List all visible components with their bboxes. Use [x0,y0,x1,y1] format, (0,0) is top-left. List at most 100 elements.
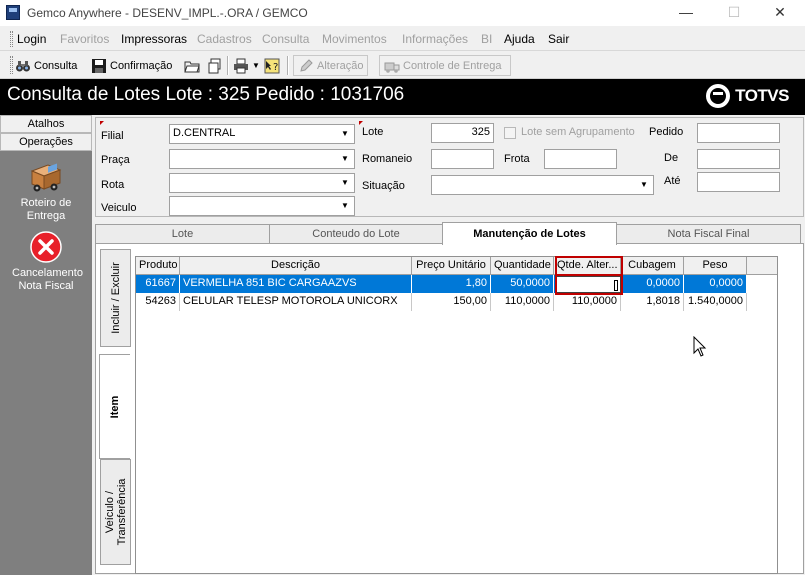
cancelamento-nota-item[interactable]: Cancelamento Nota Fiscal [0,231,92,293]
consulta-button[interactable]: Consulta [15,55,77,76]
tab-nota-fiscal-final[interactable]: Nota Fiscal Final [616,224,801,244]
cell-peso[interactable]: 1.540,0000 [684,293,747,311]
edit-icon [298,58,314,74]
chevron-down-icon[interactable]: ▼ [338,199,352,213]
cell-descricao[interactable]: CELULAR TELESP MOTOROLA UNICORX [180,293,412,311]
cell-quantidade[interactable]: 50,0000 [491,275,554,293]
chevron-down-icon[interactable]: ▼ [338,176,352,190]
filial-select[interactable]: D.CENTRAL ▼ [169,124,355,144]
lote-label: Lote [362,126,384,138]
column-header-peso[interactable]: Peso [684,257,747,275]
side-tab-incluir-excluir[interactable]: Incluir / Excluir [100,249,131,347]
page-header: Consulta de Lotes Lote : 325 Pedido : 10… [0,79,805,115]
confirmacao-button[interactable]: Confirmação [91,55,172,76]
title-bar: Gemco Anywhere - DESENV_IMPL.-.ORA / GEM… [0,0,805,26]
controle-entrega-button[interactable]: Controle de Entrega [379,55,511,76]
cell-preco-unitario[interactable]: 150,00 [412,293,491,311]
lote-sem-agrupamento-checkbox[interactable] [504,127,516,139]
menu-bar: Login Favoritos Impressoras Cadastros Co… [0,27,805,51]
column-header-preco-unitario[interactable]: Preço Unitário [412,257,491,275]
mouse-cursor-icon [693,335,707,361]
menu-login[interactable]: Login [17,32,46,46]
menu-bi[interactable]: BI [481,32,492,46]
toolbar-grip [10,56,13,74]
situacao-select[interactable]: ▼ [431,175,654,195]
chevron-down-icon[interactable]: ▼ [637,178,651,192]
totvs-logo-icon [706,84,731,108]
controle-entrega-label: Controle de Entrega [403,59,502,72]
frota-input[interactable] [544,149,617,169]
tab-manutencao-de-lotes[interactable]: Manutenção de Lotes [442,222,617,245]
tab-conteudo-do-lote[interactable]: Conteudo do Lote [269,224,443,244]
side-tab-veiculo-transferencia[interactable]: Veículo / Transferência [100,459,131,565]
de-label: De [664,152,679,164]
cell-peso[interactable]: 0,0000 [684,275,747,293]
totvs-logo: TOTVS [706,84,789,108]
column-header-quantidade[interactable]: Quantidade [491,257,554,275]
help-button[interactable]: ? [264,55,283,76]
maximize-button[interactable]: ☐ [711,1,757,25]
pedido-input[interactable] [697,123,780,143]
menu-consulta[interactable]: Consulta [262,32,309,46]
praca-select[interactable]: ▼ [169,149,355,169]
menu-sair[interactable]: Sair [548,32,569,46]
atalhos-header[interactable]: Atalhos [0,115,92,133]
chevron-down-icon[interactable]: ▼ [338,127,352,141]
cell-preco-unitario[interactable]: 1,80 [412,275,491,293]
alteracao-button[interactable]: Alteração [293,55,369,76]
rota-select[interactable]: ▼ [169,173,355,193]
print-dropdown-icon[interactable]: ▼ [252,61,260,70]
column-header-cubagem[interactable]: Cubagem [621,257,684,275]
menu-cadastros[interactable]: Cadastros [197,32,252,46]
open-folder-button[interactable] [184,55,203,76]
main-tabs: Lote Conteudo do Lote Manutenção de Lote… [95,222,804,245]
de-date-input[interactable] [697,149,780,169]
filial-label: Filial [101,130,124,142]
side-tab-item[interactable]: Item [99,354,130,459]
menu-impressoras[interactable]: Impressoras [121,32,187,46]
save-icon [91,58,107,74]
cell-descricao[interactable]: VERMELHA 851 BIC CARGAAZVS [180,275,412,293]
minimize-button[interactable]: — [663,1,709,25]
cell-produto[interactable]: 54263 [136,293,180,311]
qtde-alterada-edit-input[interactable] [556,276,621,293]
chevron-down-icon[interactable]: ▼ [338,152,352,166]
copy-button[interactable] [207,55,226,76]
operacoes-header[interactable]: Operações [0,133,92,151]
items-grid: Produto Descrição Preço Unitário Quantid… [135,256,778,574]
consulta-label: Consulta [34,59,78,72]
veiculo-label: Veiculo [101,202,137,214]
romaneio-input[interactable] [431,149,494,169]
cancelamento-nota-label: Cancelamento Nota Fiscal [12,267,83,292]
cell-cubagem[interactable]: 1,8018 [621,293,684,311]
menu-ajuda[interactable]: Ajuda [504,32,535,46]
print-button[interactable]: ▼ [233,55,260,76]
menu-informacoes[interactable]: Informações [402,32,468,46]
romaneio-label: Romaneio [362,153,413,165]
roteiro-entrega-item[interactable]: Roteiro de Entrega [0,161,92,223]
window-title: Gemco Anywhere - DESENV_IMPL.-.ORA / GEM… [27,6,308,20]
praca-label: Praça [101,154,130,166]
tab-lote[interactable]: Lote [95,224,270,244]
lote-input[interactable]: 325 [431,123,494,143]
menu-favoritos[interactable]: Favoritos [60,32,109,46]
copy-icon [207,58,223,74]
ate-date-input[interactable] [697,172,780,192]
column-header-qtde-alterada[interactable]: Qtde. Alter... [554,257,621,275]
close-button[interactable]: ✕ [757,1,803,25]
rota-label: Rota [101,179,125,191]
menu-movimentos[interactable]: Movimentos [322,32,387,46]
cell-cubagem[interactable]: 0,0000 [621,275,684,293]
cell-quantidade[interactable]: 110,0000 [491,293,554,311]
ate-label: Até [664,175,681,187]
cell-produto[interactable]: 61667 [136,275,180,293]
tab-content-panel: Incluir / Excluir Item Veículo / Transfe… [95,243,804,574]
veiculo-select[interactable]: ▼ [169,196,355,216]
lote-sem-agrupamento-label: Lote sem Agrupamento [521,126,635,138]
svg-text:?: ? [273,62,278,73]
cell-qtde-alterada[interactable]: 110,0000 [554,293,621,311]
confirmacao-label: Confirmação [110,59,173,72]
column-header-produto[interactable]: Produto [136,257,180,275]
truck-icon [28,161,64,195]
column-header-descricao[interactable]: Descrição [180,257,412,275]
